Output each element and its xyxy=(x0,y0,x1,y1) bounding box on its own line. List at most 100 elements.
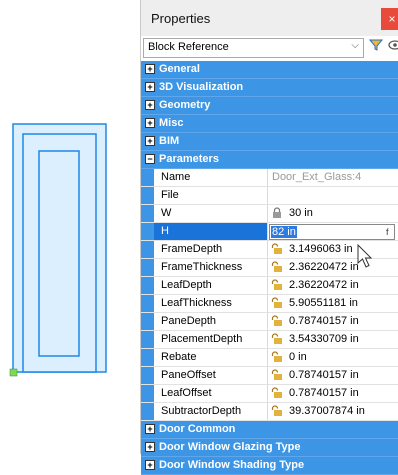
property-name: Rebate xyxy=(161,351,197,363)
row-gutter xyxy=(141,385,154,402)
filter-icon[interactable] xyxy=(368,38,384,56)
row-gutter xyxy=(141,367,154,384)
insertion-grip[interactable] xyxy=(9,368,18,377)
property-name: PlacementDepth xyxy=(161,333,243,345)
door-elevation-drawing[interactable] xyxy=(0,0,140,454)
property-name: LeafOffset xyxy=(161,387,212,399)
unlock-icon[interactable] xyxy=(271,261,283,276)
row-gutter xyxy=(141,169,154,186)
row-gutter xyxy=(141,349,154,366)
chevron-down-icon: ⌵ xyxy=(351,40,359,51)
property-row-h[interactable]: H 82 in f xyxy=(141,223,398,241)
entity-type-selector[interactable]: Block Reference ⌵ xyxy=(143,38,364,58)
unlock-icon[interactable] xyxy=(271,351,283,366)
property-row-placementdepth[interactable]: PlacementDepth 3.54330709 in xyxy=(141,331,398,349)
unlock-icon[interactable] xyxy=(271,243,283,258)
expand-icon[interactable]: + xyxy=(145,82,155,92)
category-label: Door Window Shading Type xyxy=(159,459,305,471)
category-label: Parameters xyxy=(159,153,219,165)
category-label: General xyxy=(159,63,200,75)
property-value[interactable]: 0.78740157 in xyxy=(289,387,359,399)
property-value[interactable]: 0.78740157 in xyxy=(289,315,359,327)
property-name: SubtractorDepth xyxy=(161,405,242,417)
close-button[interactable]: × xyxy=(381,8,398,30)
property-row-leafoffset[interactable]: LeafOffset 0.78740157 in xyxy=(141,385,398,403)
category-misc[interactable]: + Misc xyxy=(141,115,398,133)
category-label: Misc xyxy=(159,117,184,129)
unlock-icon[interactable] xyxy=(271,405,283,420)
property-value[interactable]: 39.37007874 in xyxy=(289,405,365,417)
row-gutter xyxy=(141,259,154,276)
unlock-icon[interactable] xyxy=(271,315,283,330)
category-general[interactable]: + General xyxy=(141,61,398,79)
property-value[interactable]: 30 in xyxy=(289,207,313,219)
expand-icon[interactable]: + xyxy=(145,64,155,74)
category-door-window-shading-type[interactable]: + Door Window Shading Type xyxy=(141,457,398,475)
property-name: LeafDepth xyxy=(161,279,212,291)
category-3d-visualization[interactable]: + 3D Visualization xyxy=(141,79,398,97)
expand-icon[interactable]: + xyxy=(145,136,155,146)
drawing-canvas[interactable] xyxy=(0,0,140,454)
property-value: Door_Ext_Glass:4 xyxy=(272,171,362,183)
property-row-file[interactable]: File xyxy=(141,187,398,205)
property-name: FrameThickness xyxy=(161,261,243,273)
property-value[interactable]: 2.36220472 in xyxy=(289,279,359,291)
category-door-window-glazing-type[interactable]: + Door Window Glazing Type xyxy=(141,439,398,457)
property-value[interactable]: 3.54330709 in xyxy=(289,333,359,345)
category-label: Door Common xyxy=(159,423,236,435)
unlock-icon[interactable] xyxy=(271,333,283,348)
expand-icon[interactable]: + xyxy=(145,460,155,470)
property-value[interactable]: 2.36220472 in xyxy=(289,261,359,273)
unlock-icon[interactable] xyxy=(271,279,283,294)
property-name: LeafThickness xyxy=(161,297,232,309)
unlock-icon[interactable] xyxy=(271,387,283,402)
row-gutter xyxy=(141,331,154,348)
property-row-leafdepth[interactable]: LeafDepth 2.36220472 in xyxy=(141,277,398,295)
property-name: Name xyxy=(161,171,191,183)
property-row-panedepth[interactable]: PaneDepth 0.78740157 in xyxy=(141,313,398,331)
category-bim[interactable]: + BIM xyxy=(141,133,398,151)
unlock-icon[interactable] xyxy=(271,369,283,384)
entity-type-value: Block Reference xyxy=(148,41,229,53)
formula-button[interactable]: f xyxy=(386,225,394,239)
category-parameters[interactable]: − Parameters xyxy=(141,151,398,169)
door-glass-pane xyxy=(38,150,80,357)
row-gutter xyxy=(141,313,154,330)
property-row-rebate[interactable]: Rebate 0 in xyxy=(141,349,398,367)
row-gutter xyxy=(141,295,154,312)
category-geometry[interactable]: + Geometry xyxy=(141,97,398,115)
h-value-input[interactable]: 82 in f xyxy=(269,224,395,240)
property-value[interactable]: 0 in xyxy=(289,351,307,363)
property-name: File xyxy=(161,189,179,201)
property-value[interactable]: 0.78740157 in xyxy=(289,369,359,381)
property-row-w[interactable]: W 30 in xyxy=(141,205,398,223)
properties-panel: Properties × Block Reference ⌵ + General… xyxy=(140,0,398,475)
property-value[interactable]: 3.1496063 in xyxy=(289,243,353,255)
property-row-name[interactable]: Name Door_Ext_Glass:4 xyxy=(141,169,398,187)
collapse-icon[interactable]: − xyxy=(145,154,155,164)
panel-title: Properties xyxy=(151,11,211,26)
row-gutter xyxy=(141,187,154,204)
unlock-icon[interactable] xyxy=(271,297,283,312)
property-value[interactable]: 5.90551181 in xyxy=(289,297,358,309)
property-row-paneoffset[interactable]: PaneOffset 0.78740157 in xyxy=(141,367,398,385)
expand-icon[interactable]: + xyxy=(145,424,155,434)
property-row-subtractordepth[interactable]: SubtractorDepth 39.37007874 in xyxy=(141,403,398,421)
expand-icon[interactable]: + xyxy=(145,100,155,110)
row-gutter xyxy=(141,223,154,240)
category-label: Door Window Glazing Type xyxy=(159,441,301,453)
category-label: Geometry xyxy=(159,99,211,111)
property-name: FrameDepth xyxy=(161,243,223,255)
row-gutter xyxy=(141,241,154,258)
selected-value-text[interactable]: 82 in xyxy=(271,226,297,238)
mouse-pointer-icon xyxy=(357,244,373,268)
category-label: BIM xyxy=(159,135,180,147)
panel-titlebar[interactable]: Properties × xyxy=(141,0,398,36)
property-row-leafthickness[interactable]: LeafThickness 5.90551181 in xyxy=(141,295,398,313)
name-cell xyxy=(154,223,268,240)
expand-icon[interactable]: + xyxy=(145,442,155,452)
eye-icon[interactable] xyxy=(387,38,398,56)
expand-icon[interactable]: + xyxy=(145,118,155,128)
lock-icon xyxy=(271,207,283,222)
category-door-common[interactable]: + Door Common xyxy=(141,421,398,439)
